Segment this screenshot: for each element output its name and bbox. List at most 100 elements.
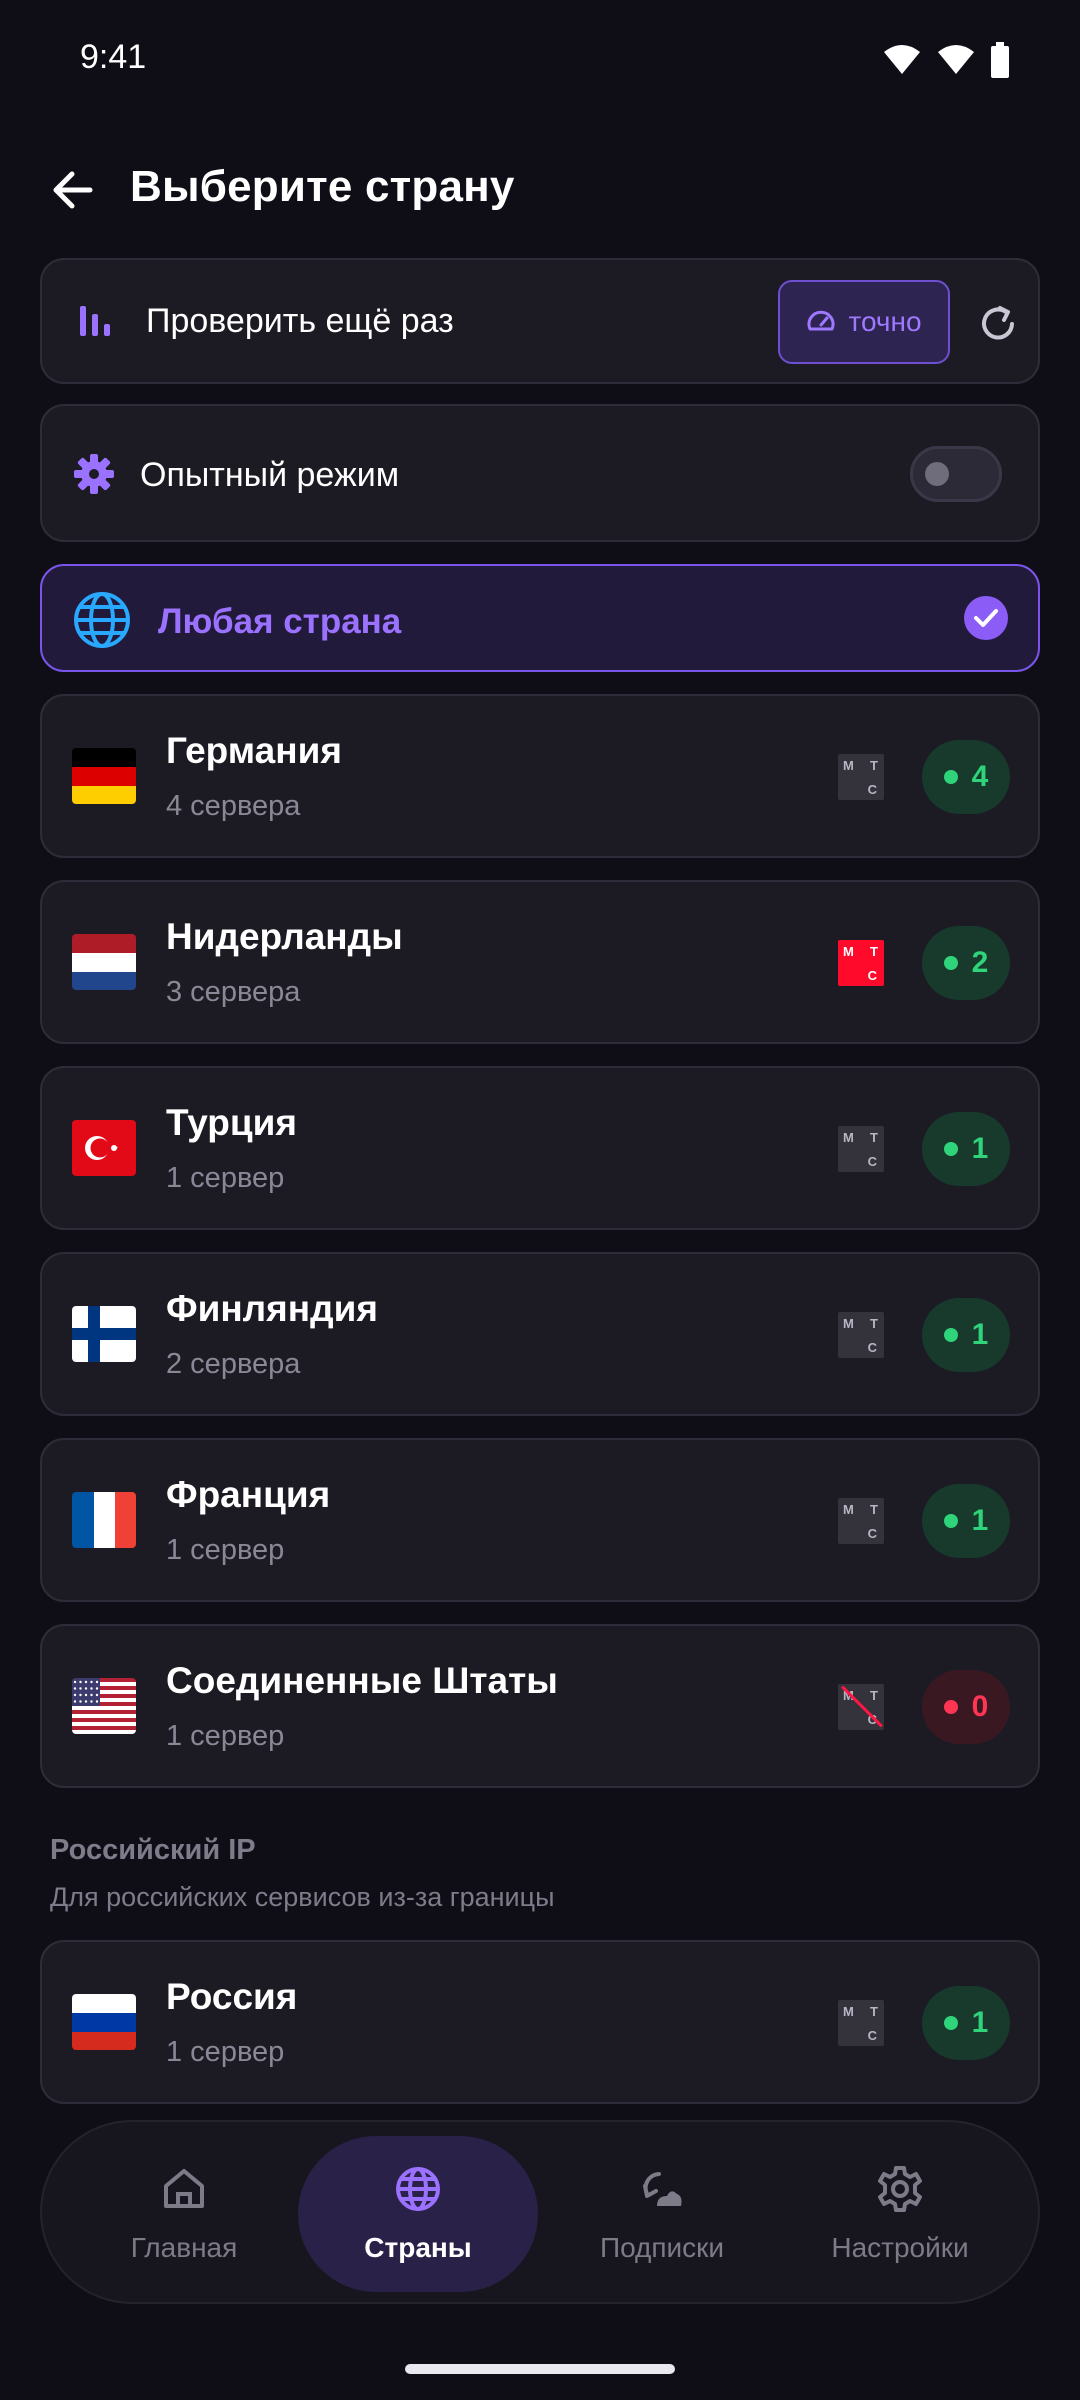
wifi-icon — [884, 45, 920, 74]
mts-logo-icon: МТС — [838, 1498, 884, 1544]
online-count-badge: 1 — [922, 1298, 1010, 1372]
check-again-label: Проверить ещё раз — [146, 302, 454, 340]
flag-de-icon — [72, 748, 136, 804]
wifi-icon — [938, 45, 974, 74]
online-count-badge: 0 — [922, 1670, 1010, 1744]
server-count-label: 4 сервера — [166, 790, 301, 822]
online-count-badge: 1 — [922, 1986, 1010, 2060]
home-indicator — [405, 2364, 675, 2374]
nav-subscriptions-label: Подписки — [599, 2232, 725, 2263]
nav-countries-label: Страны — [364, 2232, 472, 2263]
nav-home-label: Главная — [130, 2232, 238, 2263]
server-count-label: 1 сервер — [166, 2036, 285, 2068]
online-count: 1 — [971, 1504, 989, 1537]
nav-settings-label: Настройки — [831, 2232, 969, 2263]
country-option-fr[interactable]: Франция 1 сервер М Т С 1 — [40, 1438, 1040, 1602]
nav-countries[interactable]: Страны — [298, 2136, 538, 2292]
country-option-us[interactable]: Соединенные Штаты 1 сервер МТС 0 — [40, 1624, 1040, 1788]
country-option-tr[interactable]: Турция 1 сервер М Т С 1 — [40, 1066, 1040, 1230]
nav-subscriptions[interactable]: Подписки — [542, 2136, 782, 2292]
flag-nl-icon — [72, 934, 136, 990]
gear-icon — [878, 2166, 922, 2212]
status-dot — [943, 1514, 958, 1528]
flag-us-icon — [72, 1678, 136, 1734]
status-dot — [943, 2016, 958, 2030]
globe-icon — [396, 2167, 440, 2211]
experimental-mode-label: Опытный режим — [140, 456, 400, 494]
experimental-mode-card: Опытный режим — [40, 404, 1040, 542]
status-time: 9:41 — [80, 38, 147, 76]
country-name: Нидерланды — [166, 916, 403, 957]
server-count-label: 2 сервера — [166, 1348, 301, 1380]
speedometer-icon — [807, 310, 835, 331]
mts-logo-icon: МТС — [838, 1312, 884, 1358]
status-dot — [943, 770, 958, 784]
battery-icon — [991, 42, 1009, 78]
country-option-fi[interactable]: Финляндия 2 сервера М Т С 1 — [40, 1252, 1040, 1416]
section-subtitle: Для российских сервисов из-за границы — [50, 1882, 555, 1912]
server-count-label: 1 сервер — [166, 1162, 285, 1194]
refresh-icon[interactable] — [976, 302, 1020, 346]
any-country-label: Любая страна — [158, 602, 402, 641]
operator-badge: МТС — [838, 1312, 884, 1358]
check-again-card[interactable]: Проверить ещё раз точно — [40, 258, 1040, 384]
page-title: Выберите страну — [130, 162, 515, 211]
flag-ru-icon — [72, 1994, 136, 2050]
country-name: Финляндия — [166, 1288, 378, 1329]
online-count: 1 — [971, 1318, 989, 1351]
online-count: 4 — [971, 760, 989, 793]
selected-check-icon — [964, 596, 1008, 640]
country-name: Турция — [166, 1102, 297, 1143]
any-country-option[interactable]: Любая страна — [40, 564, 1040, 672]
server-count-label: 3 сервера — [166, 976, 301, 1008]
operator-badge: МТС — [838, 754, 884, 800]
section-title: Российский IP — [50, 1834, 256, 1866]
online-count: 2 — [971, 946, 989, 979]
accurate-mode-button[interactable]: точно — [778, 280, 950, 364]
mts-logo-icon: МТС — [838, 1126, 884, 1172]
country-name: Франция — [166, 1474, 331, 1515]
operator-badge: МТС — [838, 1498, 884, 1544]
arrow-left-icon — [53, 171, 93, 209]
online-count-badge: 1 — [922, 1112, 1010, 1186]
online-count: 0 — [971, 1690, 989, 1723]
country-name: Соединенные Штаты — [166, 1660, 558, 1701]
back-button[interactable] — [42, 160, 102, 220]
online-count-badge: 4 — [922, 740, 1010, 814]
experimental-mode-toggle[interactable] — [910, 446, 1002, 502]
mts-logo-icon: МТС — [838, 940, 884, 986]
status-dot — [943, 1142, 958, 1156]
country-option-nl[interactable]: Нидерланды 3 сервера М Т С 2 — [40, 880, 1040, 1044]
online-count: 1 — [971, 1132, 989, 1165]
status-dot — [943, 956, 958, 970]
home-icon — [164, 2169, 204, 2208]
flag-tr-icon — [72, 1120, 136, 1176]
operator-badge: МТС — [838, 2000, 884, 2046]
mts-logo-icon: МТС — [838, 1684, 884, 1730]
status-dot — [943, 1328, 958, 1342]
flag-fi-icon — [72, 1306, 136, 1362]
accurate-mode-label: точно — [848, 306, 922, 337]
operator-badge: МТС — [838, 940, 884, 986]
nav-home[interactable]: Главная — [64, 2136, 304, 2292]
country-name: Германия — [166, 730, 342, 771]
country-option-de[interactable]: Германия 4 сервера М Т С 4 — [40, 694, 1040, 858]
server-count-label: 1 сервер — [166, 1720, 285, 1752]
mts-logo-icon: МТС — [838, 754, 884, 800]
bar-chart-icon — [80, 306, 110, 336]
operator-badge: МТС — [838, 1126, 884, 1172]
gear-icon — [74, 454, 114, 494]
mts-logo-icon: МТС — [838, 2000, 884, 2046]
globe-icon — [74, 592, 130, 648]
status-dot — [943, 1700, 958, 1714]
flag-fr-icon — [72, 1492, 136, 1548]
subscriptions-icon — [643, 2172, 682, 2206]
server-count-label: 1 сервер — [166, 1534, 285, 1566]
online-count: 1 — [971, 2006, 989, 2039]
status-icons — [882, 42, 1010, 78]
country-option-ru[interactable]: Россия 1 сервер М Т С 1 — [40, 1940, 1040, 2104]
country-name: Россия — [166, 1976, 298, 2017]
toggle-knob — [925, 462, 949, 486]
online-count-badge: 2 — [922, 926, 1010, 1000]
nav-settings[interactable]: Настройки — [780, 2136, 1020, 2292]
